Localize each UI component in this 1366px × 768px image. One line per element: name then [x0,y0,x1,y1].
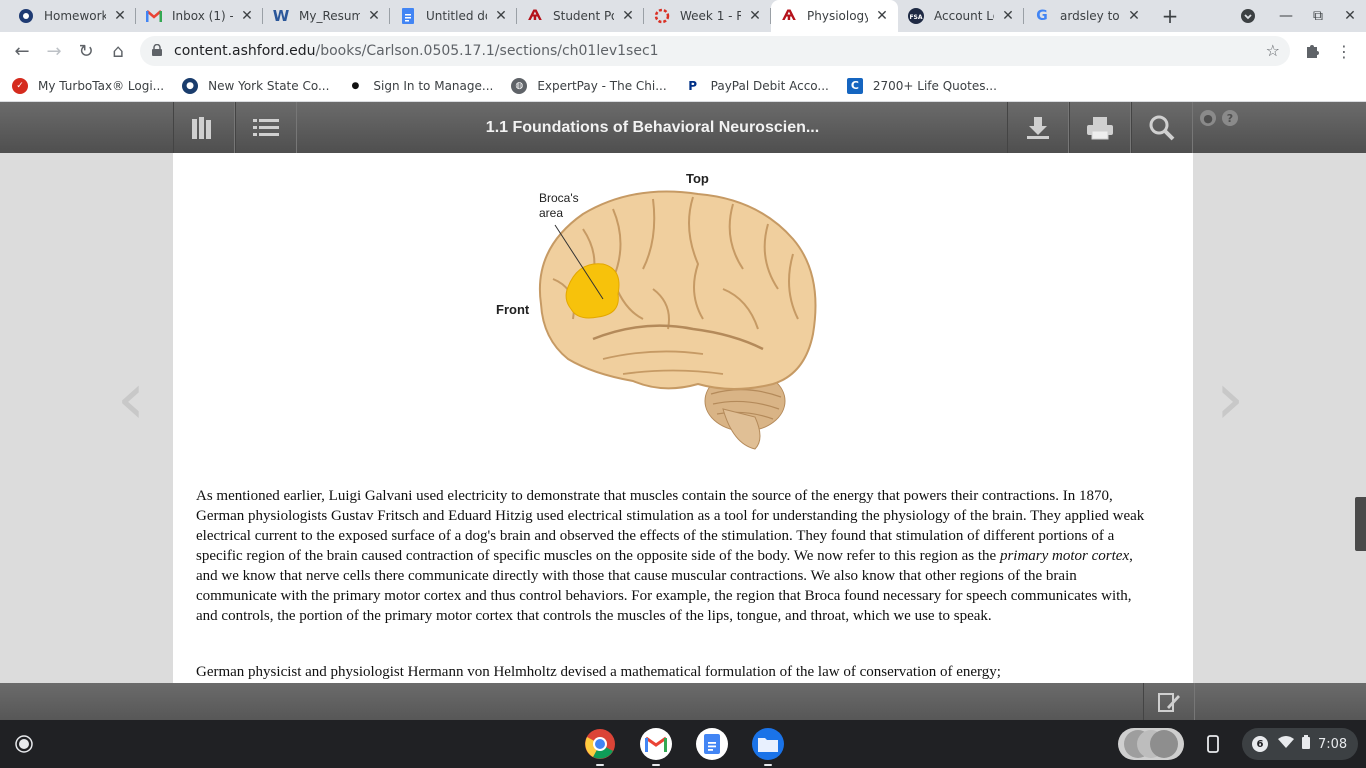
close-icon[interactable]: ✕ [874,8,890,24]
globe-icon: ◍ [511,77,528,94]
close-icon[interactable]: ✕ [112,8,128,24]
reader-title: 1.1 Foundations of Behavioral Neuroscien… [485,118,820,136]
tab-my-resume[interactable]: W My_Resume ✕ [263,0,390,32]
clock: 7:08 [1318,736,1348,752]
browser-toolbar: ← → ↻ ⌂ content.ashford.edu/books/Carlso… [0,32,1366,70]
gmail-app-icon[interactable] [640,728,672,766]
reader-footer [0,683,1366,720]
ashford-icon: Ѧ [782,8,796,24]
window-close-icon[interactable]: ✕ [1334,0,1366,32]
wifi-icon [1278,736,1294,752]
reader-header: 1.1 Foundations of Behavioral Neuroscien… [0,102,1366,153]
print-icon[interactable] [1069,102,1131,153]
signin-icon: ● [347,77,364,94]
quotes-icon: C [846,77,863,94]
tab-ardsley[interactable]: G ardsley to a ✕ [1024,0,1150,32]
close-icon[interactable]: ✕ [493,8,509,24]
url-host: content.ashford.edu [174,43,316,59]
paypal-icon: P [684,77,701,94]
new-tab-button[interactable]: + [1158,4,1182,28]
battery-icon [1302,735,1310,753]
ashford-icon: Ѧ [528,8,542,24]
word-icon: W [272,7,290,25]
close-icon[interactable]: ✕ [366,8,382,24]
forward-icon[interactable]: → [40,37,68,65]
close-icon[interactable]: ✕ [1126,8,1142,24]
tab-account-login[interactable]: FSA Account Lo ✕ [898,0,1024,32]
turbotax-icon: ✓ [12,77,28,94]
next-page-icon[interactable]: › [1205,356,1255,440]
notification-count: 6 [1252,736,1268,752]
term-primary-motor-cortex: primary motor cortex [999,548,1130,564]
search-icon[interactable] [1131,102,1193,153]
bookmarks-bar: ✓ My TurboTax® Logi... ● New York State … [0,70,1366,102]
restore-icon[interactable]: ⧉ [1302,0,1334,32]
user-icon[interactable]: ● [1200,110,1216,126]
brain-figure: Top Front Broca's area [493,169,863,454]
week-icon [654,8,670,24]
extensions-icon[interactable] [1298,37,1326,65]
tab-week-1[interactable]: Week 1 - Re ✕ [644,0,771,32]
bookmark-expertpay[interactable]: ◍ ExpertPay - The Chi... [511,77,667,94]
tab-student-portal[interactable]: Ѧ Student Por ✕ [517,0,644,32]
bookmark-star-icon[interactable]: ☆ [1266,41,1280,60]
figure-label-broca-line2: area [539,206,564,220]
scrollbar-thumb[interactable] [1355,497,1366,551]
tab-strip: Homework ✕ Inbox (1) - t ✕ W My_Resume ✕… [0,0,1366,32]
table-of-contents-icon[interactable] [235,102,297,153]
fsa-icon: FSA [908,8,924,24]
docs-app-icon[interactable] [696,728,728,760]
previous-page-icon[interactable]: ‹ [106,356,156,440]
figure-label-front: Front [496,302,530,317]
tab-homework[interactable]: Homework ✕ [8,0,136,32]
bookmark-quotes[interactable]: C 2700+ Life Quotes... [846,77,997,94]
gmail-icon [146,8,162,24]
bookmark-nys[interactable]: ● New York State Co... [182,77,329,94]
files-app-icon[interactable] [752,728,784,766]
home-icon[interactable]: ⌂ [104,37,132,65]
minimize-icon[interactable]: — [1270,0,1302,32]
tray-thumbnail[interactable] [1118,728,1184,760]
phone-hub-icon[interactable] [1198,728,1228,760]
nys-seal-icon: ● [182,77,199,94]
notes-icon[interactable] [1143,683,1195,720]
chrome-app-icon[interactable] [584,728,616,766]
launcher-icon[interactable] [8,728,40,760]
google-icon: G [1036,8,1048,24]
close-icon[interactable]: ✕ [239,8,255,24]
close-icon[interactable]: ✕ [1000,8,1016,24]
help-icon[interactable]: ? [1222,110,1238,126]
lock-icon [152,43,166,58]
url-path: /books/Carlson.0505.17.1/sections/ch01le… [315,43,659,59]
back-icon[interactable]: ← [8,37,36,65]
tab-search-icon[interactable] [1232,0,1264,32]
paragraph-helmholtz: German physicist and physiologist Herman… [196,664,1001,680]
bookmark-signin[interactable]: ● Sign In to Manage... [347,77,493,94]
bookmark-paypal[interactable]: P PayPal Debit Acco... [684,77,829,94]
figure-label-broca-line1: Broca's [539,191,579,205]
close-icon[interactable]: ✕ [620,8,636,24]
tab-physiology[interactable]: Ѧ Physiology ✕ [771,0,898,32]
svg-text:FSA: FSA [909,14,922,21]
homework-icon [18,8,34,24]
book-page: Top Front Broca's area As mentioned earl… [173,153,1193,683]
tab-inbox[interactable]: Inbox (1) - t ✕ [136,0,263,32]
menu-icon[interactable]: ⋮ [1330,37,1358,65]
paragraph-galvani: As mentioned earlier, Luigi Galvani used… [196,488,1145,624]
figure-label-top: Top [686,171,709,186]
tab-untitled-doc[interactable]: Untitled doc ✕ [390,0,517,32]
reload-icon[interactable]: ↻ [72,37,100,65]
status-area[interactable]: 6 7:08 [1242,728,1358,760]
close-icon[interactable]: ✕ [747,8,763,24]
address-bar[interactable]: content.ashford.edu/books/Carlson.0505.1… [140,36,1290,66]
download-icon[interactable] [1007,102,1069,153]
bookmark-turbotax[interactable]: ✓ My TurboTax® Logi... [12,77,164,94]
docs-icon [400,8,416,24]
library-icon[interactable] [173,102,235,153]
